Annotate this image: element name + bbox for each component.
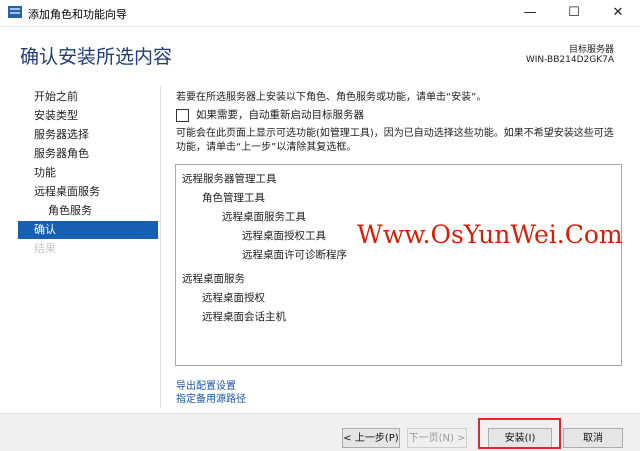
list-item: 远程桌面服务 xyxy=(182,273,245,285)
previous-button[interactable]: < 上一步(P) xyxy=(342,428,400,448)
nav-item-before-you-begin[interactable]: 开始之前 xyxy=(18,88,158,106)
list-item: 远程桌面授权 xyxy=(202,292,265,304)
nav-divider xyxy=(160,86,161,408)
next-button: 下一页(N) > xyxy=(407,428,467,448)
nav-item-label: 角色服务 xyxy=(48,204,92,217)
nav-item-label: 远程桌面服务 xyxy=(34,185,100,198)
nav-item-label: 安装类型 xyxy=(34,109,78,122)
target-server-name: WIN-BB214D2GK7A xyxy=(525,55,614,65)
close-button[interactable]: ✕ xyxy=(596,0,640,26)
nav-item-label: 服务器角色 xyxy=(34,147,89,160)
nav-item-server-selection[interactable]: 服务器选择 xyxy=(18,126,158,144)
nav-item-label: 功能 xyxy=(34,166,56,179)
nav-item-label: 确认 xyxy=(34,223,56,236)
cancel-button[interactable]: 取消 xyxy=(563,428,623,448)
nav-item-label: 开始之前 xyxy=(34,90,78,103)
nav-item-role-services[interactable]: 角色服务 xyxy=(18,202,158,220)
nav-item-server-roles[interactable]: 服务器角色 xyxy=(18,145,158,163)
nav-item-features[interactable]: 功能 xyxy=(18,164,158,182)
nav-item-remote-desktop-services[interactable]: 远程桌面服务 xyxy=(18,183,158,201)
list-item: 远程服务器管理工具 xyxy=(182,173,277,185)
nav-item-installation-type[interactable]: 安装类型 xyxy=(18,107,158,125)
nav-item-confirmation[interactable]: 确认 xyxy=(18,221,158,239)
minimize-button[interactable]: — xyxy=(508,0,552,26)
window-title: 添加角色和功能向导 xyxy=(28,8,127,21)
restart-checkbox[interactable] xyxy=(176,109,189,122)
nav-item-label: 结果 xyxy=(34,242,56,255)
maximize-button[interactable]: ☐ xyxy=(552,0,596,26)
list-item: 远程桌面服务工具 xyxy=(222,211,306,223)
list-item: 远程桌面授权工具 xyxy=(242,230,326,242)
window-titlebar: 添加角色和功能向导 — ☐ ✕ xyxy=(0,0,640,27)
restart-checkbox-label[interactable]: 如果需要，自动重新启动目标服务器 xyxy=(196,107,364,122)
optional-features-description: 可能会在此页面上显示可选功能(如管理工具)，因为已自动选择这些功能。如果不希望安… xyxy=(176,128,614,153)
nav-item-results: 结果 xyxy=(18,240,158,258)
list-item: 角色管理工具 xyxy=(202,192,265,204)
nav-item-label: 服务器选择 xyxy=(34,128,89,141)
alternate-source-link[interactable]: 指定备用源路径 xyxy=(176,390,246,405)
install-highlight-box xyxy=(478,418,561,449)
watermark: Www.OsYunWei.Com xyxy=(357,220,623,249)
intro-text: 若要在所选服务器上安装以下角色、角色服务或功能，请单击“安装”。 xyxy=(176,92,487,103)
selection-list: 远程服务器管理工具 角色管理工具 远程桌面服务工具 远程桌面授权工具 远程桌面许… xyxy=(175,164,622,366)
server-manager-icon xyxy=(8,6,22,18)
list-item: 远程桌面会话主机 xyxy=(202,311,286,323)
page-title: 确认安装所选内容 xyxy=(20,46,173,68)
list-item: 远程桌面许可诊断程序 xyxy=(242,249,347,261)
target-server-label: 目标服务器 xyxy=(568,45,614,55)
